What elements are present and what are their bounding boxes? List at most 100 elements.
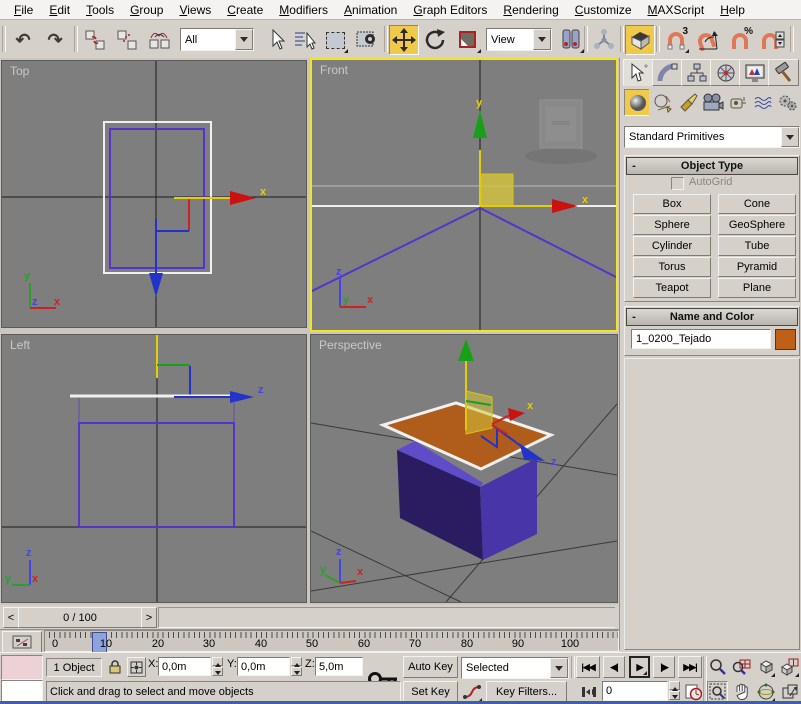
time-slider-next-arrow[interactable]: > — [141, 607, 157, 628]
selection-filter-combo[interactable]: All — [180, 28, 254, 51]
set-key-button[interactable]: Set Key — [403, 681, 458, 703]
create-helpers-icon[interactable] — [724, 89, 751, 116]
undo-icon[interactable]: ↶ — [8, 25, 38, 55]
viewport-label-left[interactable]: Left — [10, 338, 31, 352]
viewport-label-front[interactable]: Front — [320, 63, 349, 77]
selection-lock-toggle-icon[interactable] — [106, 657, 124, 677]
viewport-left[interactable]: z z y x Left — [1, 334, 307, 603]
tab-create[interactable] — [623, 59, 654, 86]
coordinate-system-dropdown-arrow[interactable] — [533, 29, 551, 50]
region-zoom-icon[interactable] — [707, 681, 728, 703]
current-frame-spinner[interactable] — [669, 681, 680, 700]
key-filters-button[interactable]: Key Filters... — [486, 681, 567, 703]
percent-snap-icon[interactable]: % — [725, 25, 755, 55]
previous-frame-button[interactable]: ◀| — [603, 656, 625, 678]
viewport-front-active[interactable]: y x z y x Front — [310, 58, 618, 332]
pan-view-hand-icon[interactable] — [731, 681, 752, 703]
object-type-sphere-button[interactable]: Sphere — [633, 215, 711, 235]
gizmo-z-arrow-left[interactable]: z — [174, 384, 264, 403]
menu-modifiers[interactable]: Modifiers — [271, 1, 336, 19]
collapse-icon[interactable]: - — [627, 311, 641, 323]
angle-snap-icon[interactable] — [693, 25, 723, 55]
use-pivot-center-icon[interactable] — [556, 25, 586, 55]
redo-icon[interactable]: ↷ — [40, 25, 70, 55]
menu-edit[interactable]: Edit — [41, 1, 78, 19]
autogrid-checkbox[interactable] — [671, 177, 684, 190]
viewcube-ghost[interactable] — [525, 100, 597, 164]
time-configuration-icon[interactable] — [683, 681, 703, 703]
object-type-geosphere-button[interactable]: GeoSphere — [718, 215, 796, 235]
object-color-swatch[interactable] — [775, 329, 796, 350]
default-tangent-icon[interactable] — [461, 681, 483, 703]
time-slider-prev-arrow[interactable]: < — [3, 607, 19, 628]
selection-filter-dropdown-arrow[interactable] — [235, 29, 253, 50]
coordinate-system-combo[interactable]: View — [486, 28, 552, 51]
arc-rotate-icon[interactable] — [755, 681, 776, 703]
snaps-toggle-icon[interactable]: 3 — [661, 25, 691, 55]
zoom-extents-all-icon[interactable] — [779, 656, 800, 678]
auto-key-button[interactable]: Auto Key — [403, 656, 458, 678]
create-cameras-icon[interactable] — [699, 89, 726, 116]
object-type-plane-button[interactable]: Plane — [718, 278, 796, 298]
select-by-name-icon[interactable] — [290, 25, 320, 55]
x-coord-spinner[interactable] — [212, 657, 223, 676]
menu-tools[interactable]: Tools — [78, 1, 122, 19]
tab-modify[interactable] — [652, 59, 683, 86]
next-frame-button[interactable]: |▶ — [653, 656, 675, 678]
menu-animation[interactable]: Animation — [336, 1, 405, 19]
viewport-canvas-front[interactable]: y x z y x Front — [312, 60, 616, 330]
tab-motion[interactable] — [710, 59, 741, 86]
bind-to-spacewarp-icon[interactable] — [144, 25, 174, 55]
object-type-cylinder-button[interactable]: Cylinder — [633, 236, 711, 256]
tab-hierarchy[interactable] — [681, 59, 712, 86]
key-filter-dropdown-arrow[interactable] — [550, 658, 568, 678]
viewport-canvas-left[interactable]: z z y x Left — [2, 335, 306, 602]
select-and-scale-icon[interactable] — [453, 25, 483, 55]
viewport-perspective[interactable]: x z z y x Perspective — [310, 334, 618, 603]
object-type-box-button[interactable]: Box — [633, 194, 711, 214]
open-mini-curve-editor-button[interactable] — [2, 631, 42, 653]
z-coord-input[interactable] — [315, 657, 363, 676]
tab-utilities[interactable] — [768, 59, 799, 86]
menu-file[interactable]: File — [6, 1, 41, 19]
object-name-input[interactable] — [631, 329, 771, 349]
x-coord-input[interactable] — [158, 657, 211, 676]
menu-customize[interactable]: Customize — [567, 1, 640, 19]
select-and-move-icon[interactable] — [389, 25, 419, 55]
primitive-category-combo[interactable]: Standard Primitives — [624, 126, 800, 148]
create-spacewarps-icon[interactable] — [749, 89, 776, 116]
menu-help[interactable]: Help — [712, 1, 753, 19]
select-and-manipulate-icon[interactable] — [589, 25, 619, 55]
name-color-rollout-header[interactable]: - Name and Color — [626, 308, 798, 326]
object-type-tube-button[interactable]: Tube — [718, 236, 796, 256]
zoom-extents-icon[interactable] — [755, 656, 776, 678]
viewport-label-perspective[interactable]: Perspective — [319, 338, 382, 352]
object-type-torus-button[interactable]: Torus — [633, 257, 711, 277]
menu-create[interactable]: Create — [219, 1, 271, 19]
track-bar-ruler[interactable]: 0 10 20 30 40 50 60 70 80 90 100 — [44, 630, 619, 652]
viewport-top[interactable]: x y z x Top — [1, 60, 307, 328]
object-type-cone-button[interactable]: Cone — [718, 194, 796, 214]
menu-group[interactable]: Group — [122, 1, 171, 19]
y-coord-spinner[interactable] — [291, 657, 302, 676]
current-frame-input[interactable] — [602, 681, 668, 701]
key-mode-toggle-icon[interactable] — [578, 681, 600, 703]
time-slider-handle[interactable]: 0 / 100 — [18, 607, 142, 628]
menu-maxscript[interactable]: MAXScript — [640, 1, 713, 19]
select-and-link-icon[interactable] — [80, 25, 110, 55]
menu-graph-editors[interactable]: Graph Editors — [405, 1, 495, 19]
viewport-canvas-top[interactable]: x y z x Top — [2, 61, 306, 327]
maxscript-listener-pink[interactable] — [1, 655, 43, 680]
go-to-end-button[interactable]: ▶▶| — [678, 656, 702, 678]
zoom-tool-icon[interactable] — [707, 656, 728, 678]
time-slider-track[interactable] — [158, 607, 615, 628]
create-systems-icon[interactable] — [774, 89, 801, 116]
zoom-all-icon[interactable] — [731, 656, 752, 678]
tab-display[interactable] — [739, 59, 770, 86]
object-type-rollout-header[interactable]: - Object Type — [626, 157, 798, 175]
maximize-viewport-toggle-icon[interactable] — [779, 681, 800, 703]
rectangular-selection-region-icon[interactable] — [320, 25, 350, 55]
create-shapes-icon[interactable] — [649, 89, 676, 116]
menu-rendering[interactable]: Rendering — [495, 1, 566, 19]
object-type-teapot-button[interactable]: Teapot — [633, 278, 711, 298]
